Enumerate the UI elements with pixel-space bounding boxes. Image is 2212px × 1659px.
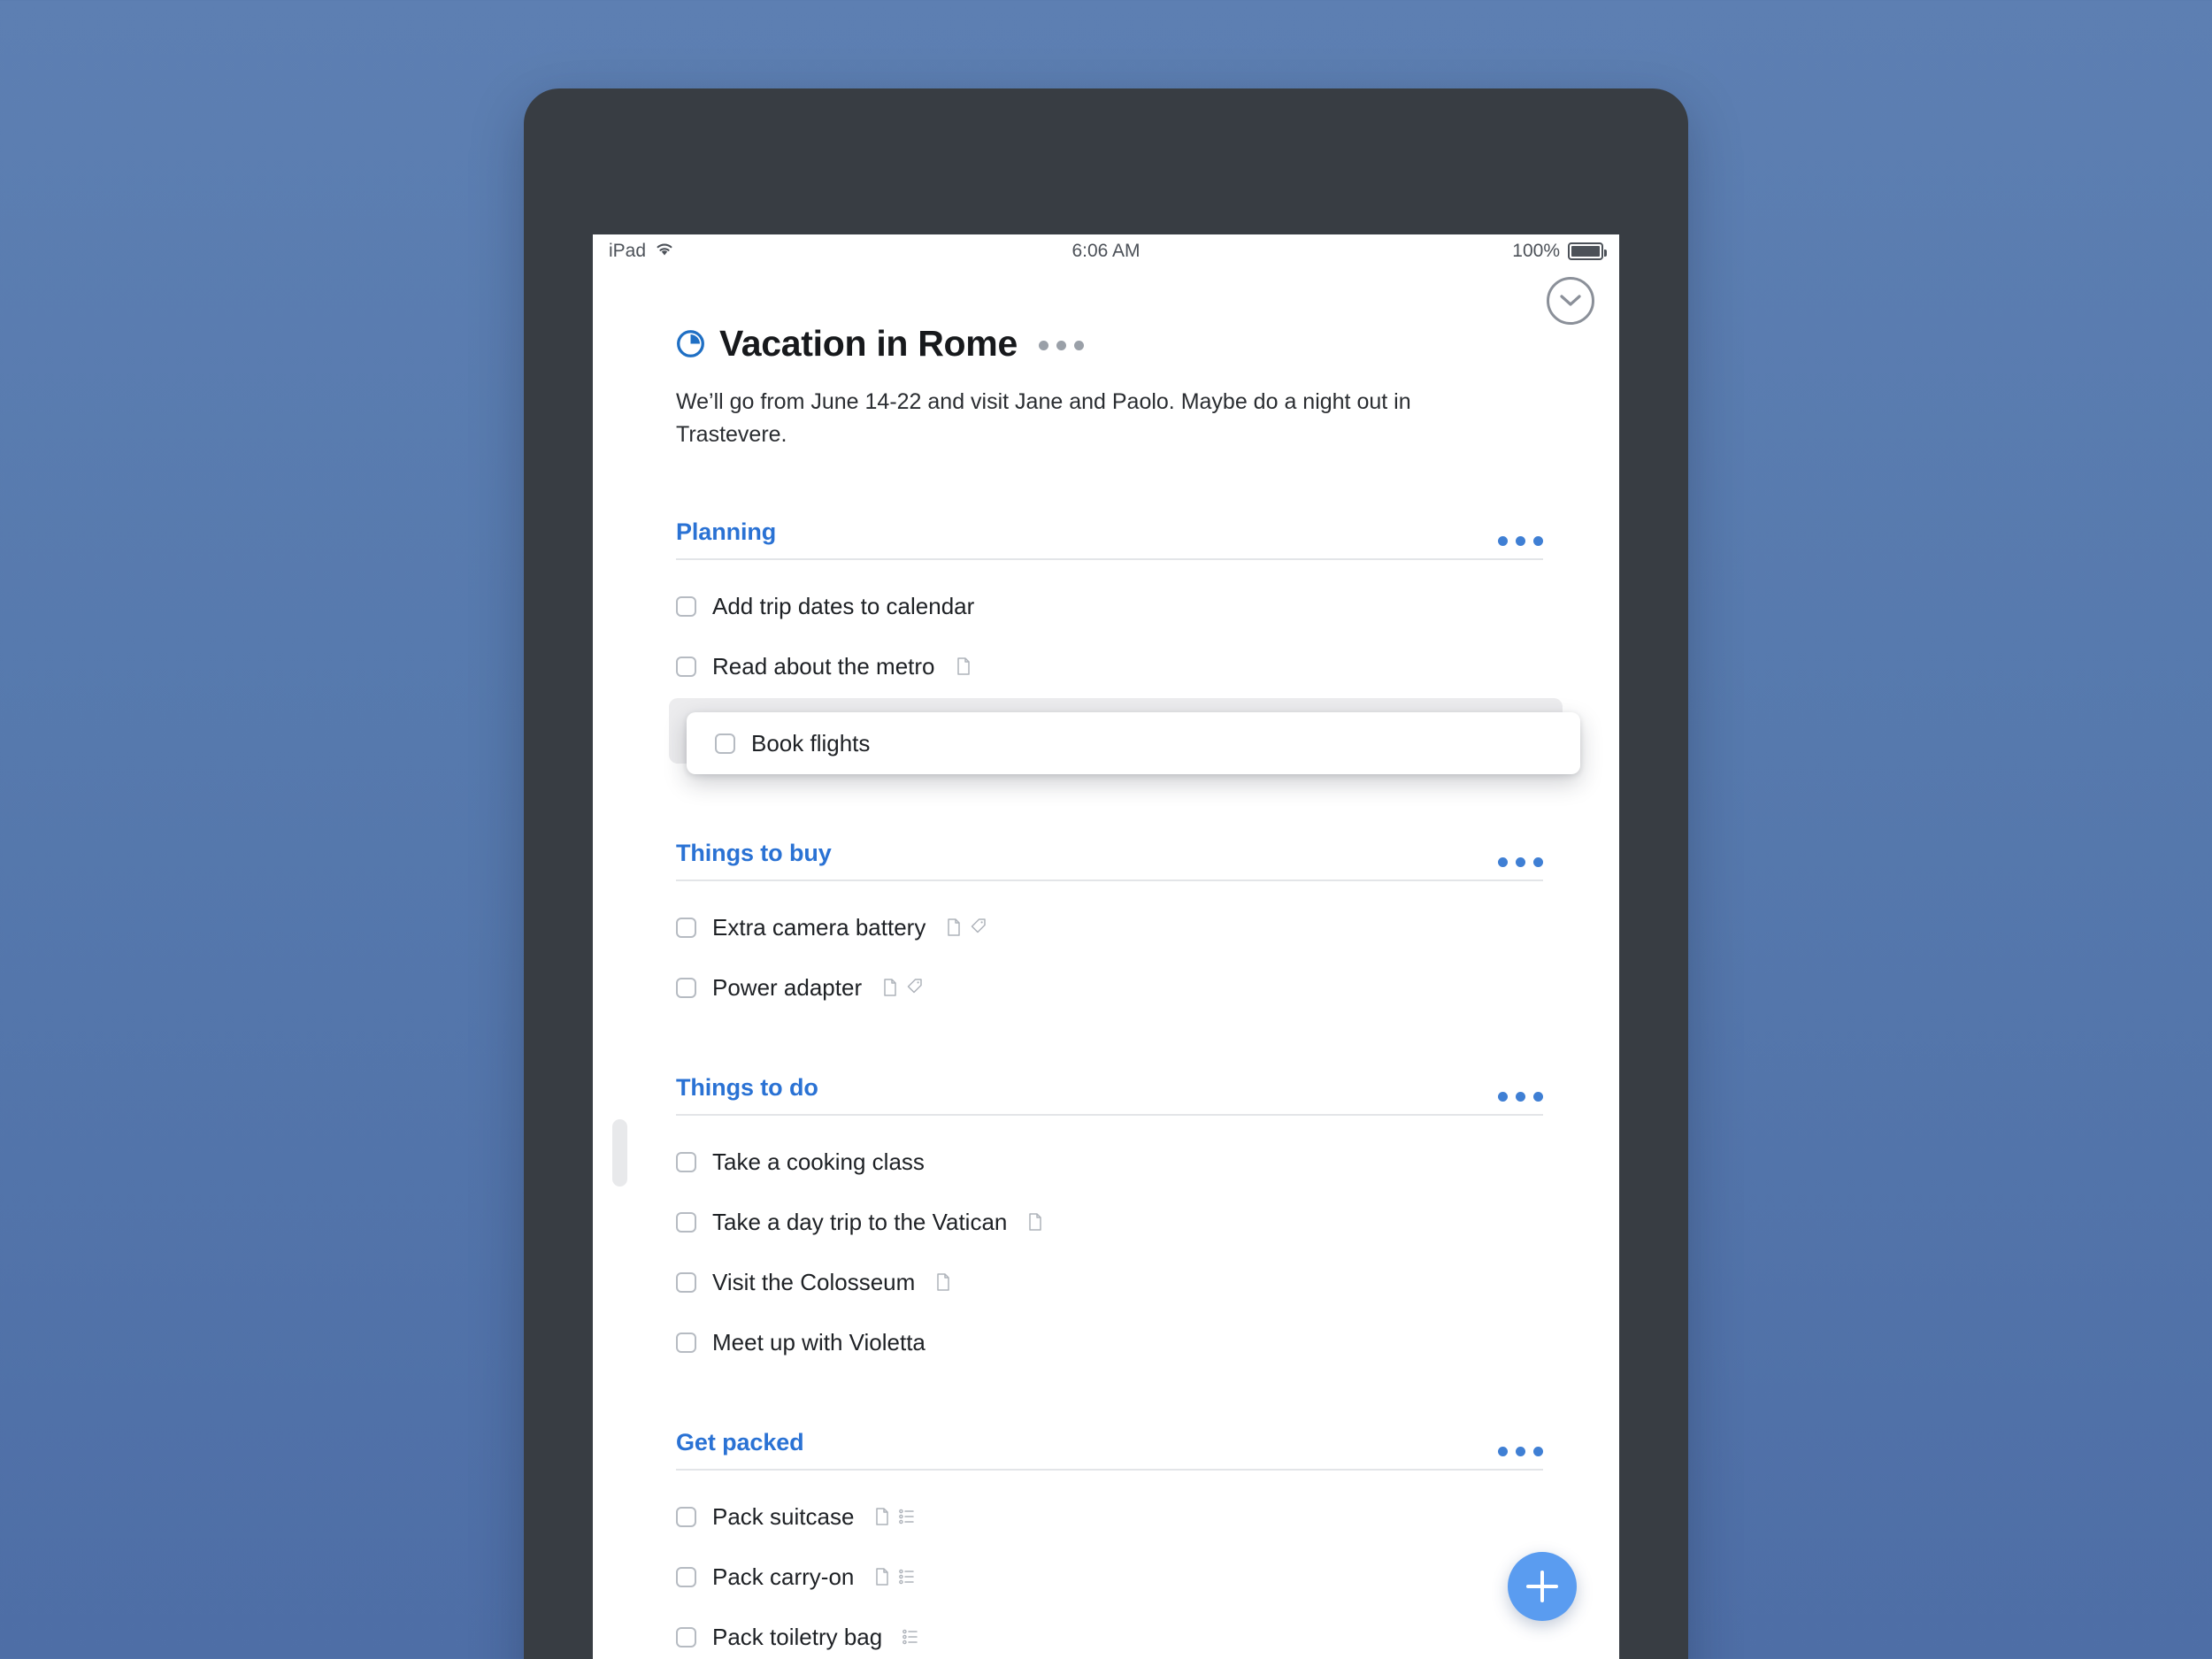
task-label: Extra camera battery [712, 913, 926, 941]
section-things-to-do: Things to do Take a cooking class Take a d… [593, 1074, 1619, 1372]
status-bar-left: iPad [609, 241, 675, 262]
section-things-to-buy: Things to buy Extra camera battery Power a… [593, 840, 1619, 1018]
task-label: Take a cooking class [712, 1148, 925, 1175]
task-row[interactable]: Read about the metro [676, 636, 1543, 696]
task-badges [881, 977, 924, 998]
section-items: Pack suitcase Pack carry-on Pack toiletry … [676, 1471, 1543, 1659]
task-checkbox[interactable] [676, 1271, 696, 1293]
task-badges [873, 1506, 916, 1527]
status-bar-center: 6:06 AM [593, 234, 1619, 268]
task-checkbox[interactable] [676, 917, 696, 938]
device-label: iPad [609, 241, 647, 261]
section-title: Get packed [676, 1429, 804, 1455]
note-icon[interactable] [934, 1271, 952, 1293]
pie-progress-icon [676, 329, 705, 358]
section-menu-button[interactable] [1498, 1092, 1543, 1102]
task-checkbox[interactable] [676, 1332, 696, 1353]
tag-icon[interactable] [970, 917, 987, 938]
task-label: Pack suitcase [712, 1502, 855, 1530]
task-badges [945, 917, 987, 938]
battery-percent-label: 100% [1512, 241, 1560, 261]
section-header: Things to do [676, 1074, 1543, 1114]
task-label: Take a day trip to the Vatican [712, 1208, 1008, 1235]
task-row[interactable]: Extra camera battery [676, 897, 1543, 957]
note-icon[interactable] [881, 977, 899, 998]
task-label: Add trip dates to calendar [712, 592, 975, 619]
section-title: Things to do [676, 1074, 818, 1101]
subtask-list-icon[interactable] [898, 1506, 916, 1527]
page-title: Vacation in Rome [719, 323, 1018, 364]
task-row[interactable]: Add trip dates to calendar [676, 576, 1543, 636]
section-items: Extra camera battery Power adapter [676, 881, 1543, 1018]
task-label: Read about the metro [712, 652, 935, 680]
subtask-list-icon[interactable] [898, 1566, 916, 1587]
task-checkbox[interactable] [676, 1626, 696, 1647]
task-row[interactable]: Take a cooking class [676, 1132, 1543, 1192]
task-row[interactable]: Meet up with Violetta [676, 1312, 1543, 1372]
task-row[interactable]: Pack toiletry bag [676, 1607, 1543, 1659]
task-checkbox[interactable] [676, 1151, 696, 1172]
section-menu-button[interactable] [1498, 1447, 1543, 1456]
section-title: Planning [676, 518, 777, 545]
task-row[interactable]: Visit the Colosseum [676, 1252, 1543, 1312]
note-icon[interactable] [873, 1566, 891, 1587]
section-menu-button[interactable] [1498, 536, 1543, 546]
task-row[interactable]: Take a day trip to the Vatican [676, 1192, 1543, 1252]
task-badges [902, 1626, 919, 1647]
task-label: Meet up with Violetta [712, 1328, 926, 1356]
status-bar-right: 100% [1512, 241, 1607, 262]
section-header: Things to buy [676, 840, 1543, 879]
note-icon[interactable] [955, 656, 972, 677]
ipad-screen: iPad 6:06 AM 100% Vacation in Rome We’ll… [593, 234, 1619, 1659]
drag-drop-zone: Book flights [593, 698, 1619, 783]
section-header: Planning [676, 518, 1543, 558]
task-label: Book flights [751, 729, 871, 757]
task-label: Power adapter [712, 973, 863, 1001]
task-checkbox[interactable] [676, 1566, 696, 1587]
section-title: Things to buy [676, 840, 832, 866]
task-row[interactable]: Power adapter [676, 957, 1543, 1018]
section-menu-button[interactable] [1498, 857, 1543, 867]
plus-icon-vertical [1540, 1571, 1544, 1602]
note-icon[interactable] [873, 1506, 891, 1527]
clock: 6:06 AM [1071, 241, 1141, 261]
section-items: Take a cooking class Take a day trip to t… [676, 1116, 1543, 1372]
title-row: Vacation in Rome [676, 323, 1543, 365]
task-checkbox[interactable] [676, 656, 696, 677]
task-badges [1026, 1211, 1044, 1233]
task-checkbox[interactable] [676, 1506, 696, 1527]
task-checkbox[interactable] [676, 1211, 696, 1233]
task-checkbox[interactable] [715, 733, 735, 754]
document-header: Vacation in Rome We’ll go from June 14-2… [593, 323, 1619, 451]
task-row[interactable]: Pack carry-on [676, 1547, 1543, 1607]
task-badges [934, 1271, 952, 1293]
task-label: Pack toiletry bag [712, 1623, 883, 1650]
document-menu-button[interactable] [1038, 341, 1084, 350]
wifi-icon [654, 241, 675, 262]
note-icon[interactable] [1026, 1211, 1044, 1233]
status-bar: iPad 6:06 AM 100% [593, 234, 1619, 268]
section-items: Add trip dates to calendar Read about the… [676, 560, 1543, 696]
document-content: Vacation in Rome We’ll go from June 14-2… [593, 268, 1619, 1659]
battery-full-icon [1568, 242, 1607, 260]
task-checkbox[interactable] [676, 977, 696, 998]
task-badges [955, 656, 972, 677]
task-badges [873, 1566, 916, 1587]
section-get-packed: Get packed Pack suitcase Pack carry-on Pack… [593, 1429, 1619, 1659]
document-description: We’ll go from June 14-22 and visit Jane … [676, 389, 1411, 447]
task-checkbox[interactable] [676, 595, 696, 617]
subtask-list-icon[interactable] [902, 1626, 919, 1647]
dragged-task-card[interactable]: Book flights [687, 712, 1580, 774]
task-label: Visit the Colosseum [712, 1268, 916, 1295]
task-label: Pack carry-on [712, 1563, 855, 1590]
task-row[interactable]: Pack suitcase [676, 1486, 1543, 1547]
sections-list: Planning Add trip dates to calendar Read a… [593, 518, 1619, 1659]
tag-icon[interactable] [906, 977, 924, 998]
note-icon[interactable] [945, 917, 963, 938]
add-task-fab[interactable] [1508, 1552, 1577, 1621]
section-planning: Planning Add trip dates to calendar Read a… [593, 518, 1619, 696]
section-header: Get packed [676, 1429, 1543, 1469]
ipad-device-frame: iPad 6:06 AM 100% Vacation in Rome We’ll… [524, 88, 1688, 1659]
